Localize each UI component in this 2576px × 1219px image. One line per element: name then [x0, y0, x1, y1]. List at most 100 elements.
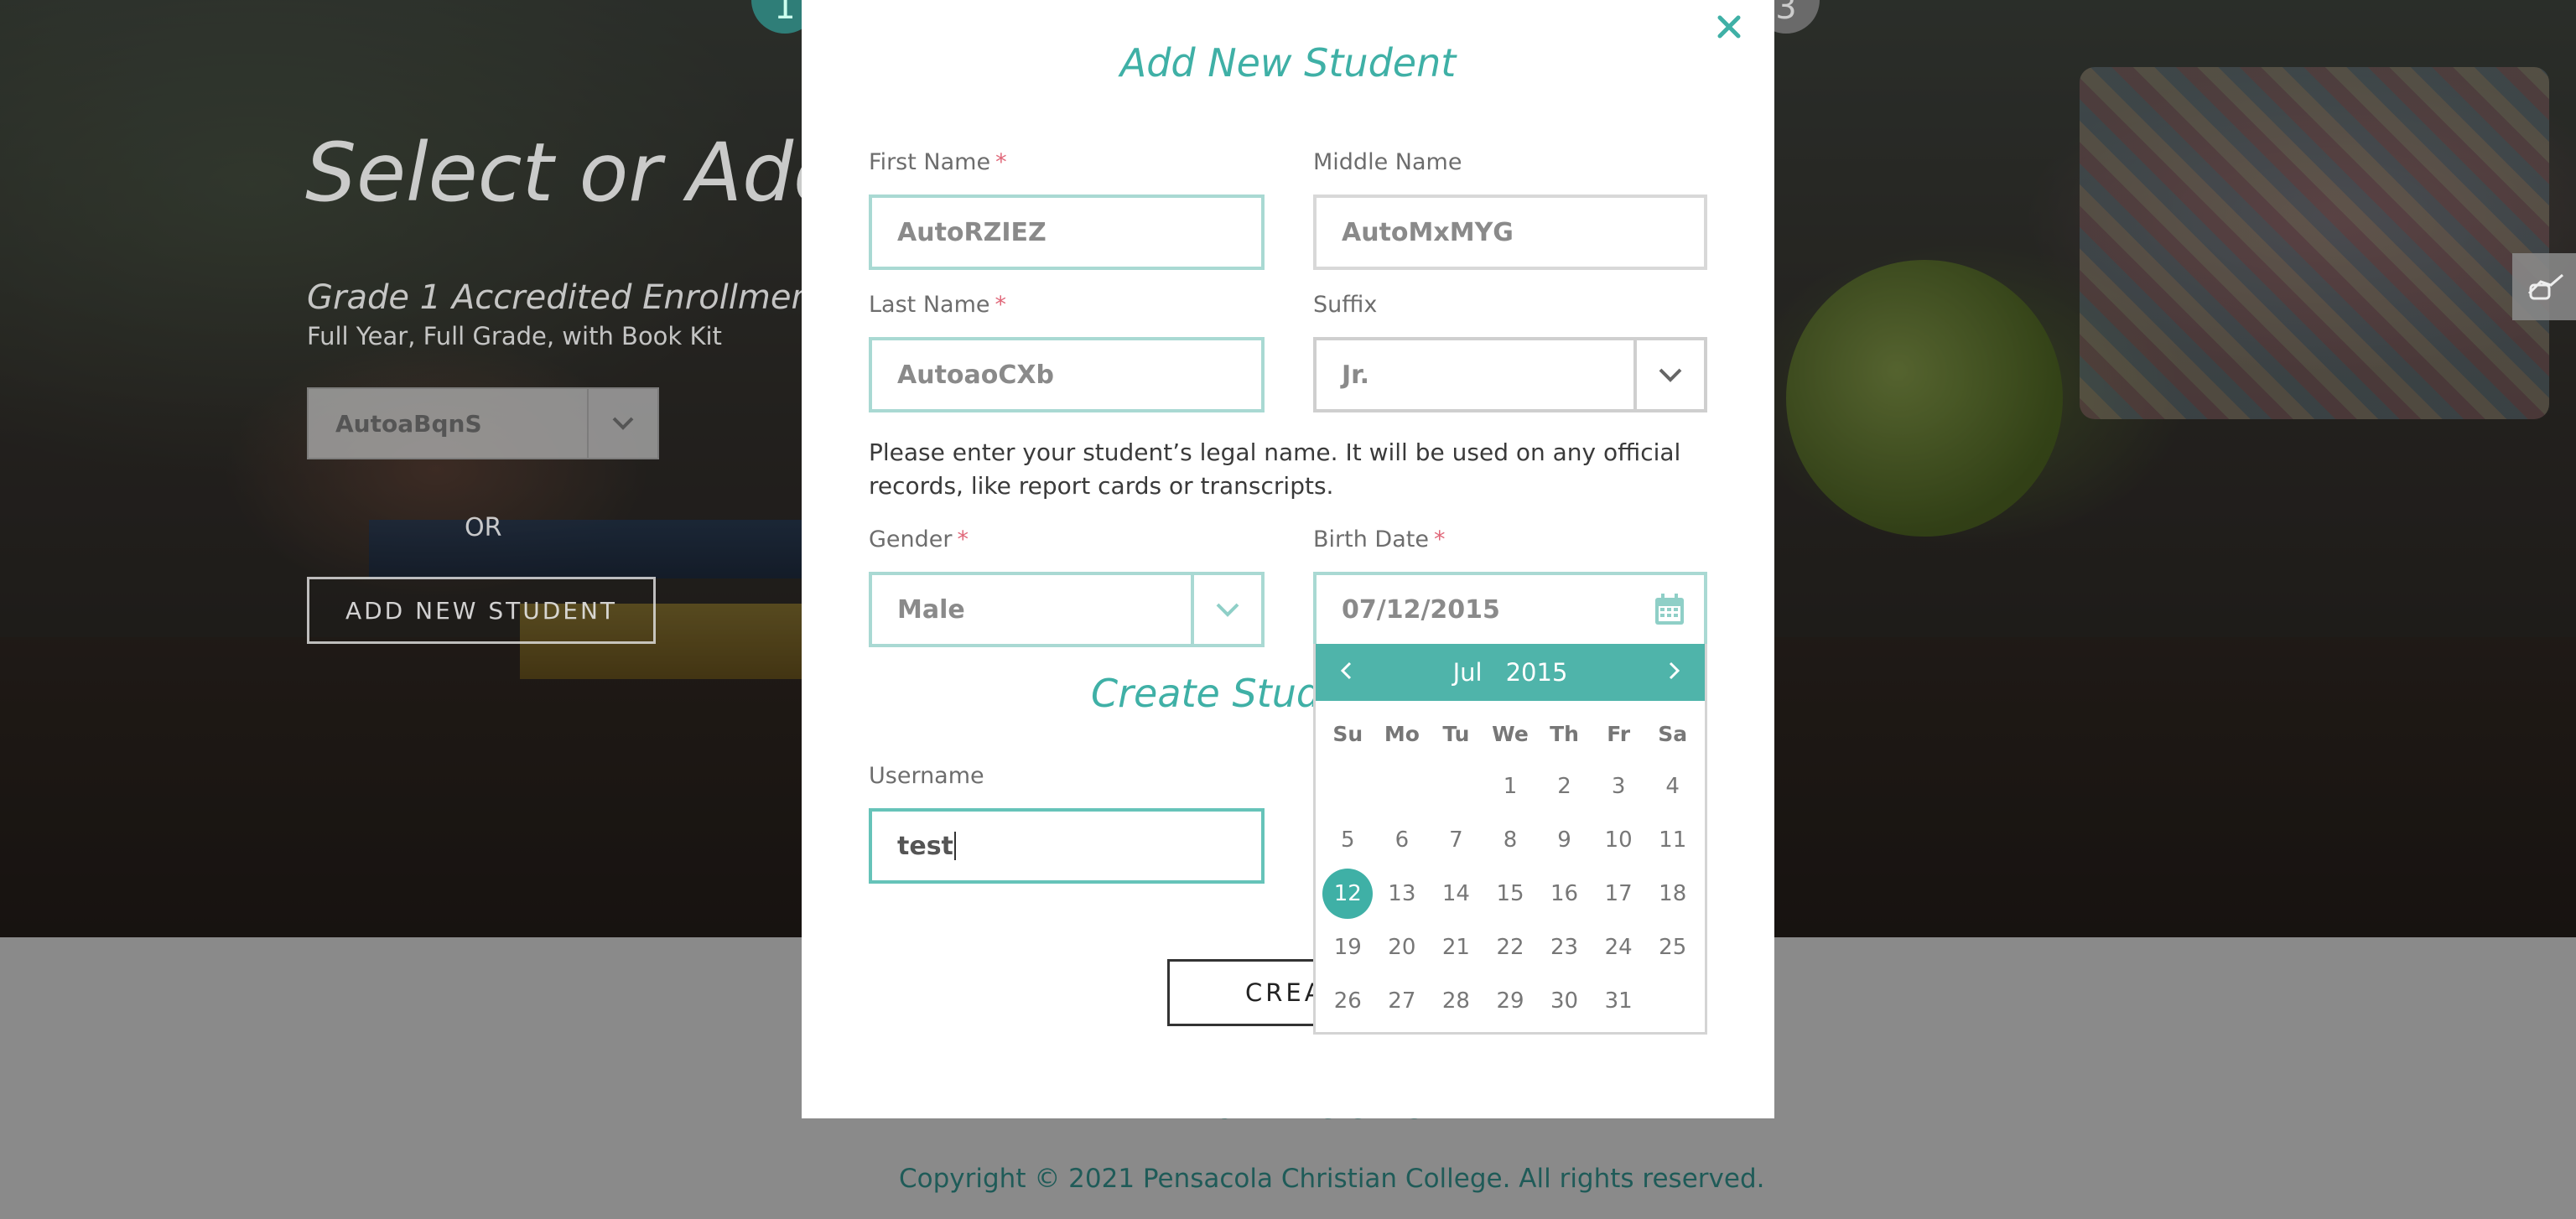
last-name-label-text: Last Name [869, 292, 990, 318]
calendar-day[interactable]: 26 [1321, 974, 1375, 1028]
calendar-day[interactable]: 10 [1592, 813, 1646, 867]
weekday-header: Sa [1658, 721, 1688, 746]
student-select[interactable]: AutoaBqnS [307, 387, 659, 459]
calendar-day-number: 22 [1496, 935, 1524, 960]
middle-name-input[interactable]: AutoMxMYG [1313, 195, 1707, 270]
first-name-label: First Name * [869, 149, 1007, 175]
previous-month-button[interactable] [1329, 656, 1363, 689]
calendar-day[interactable]: 2 [1537, 760, 1592, 813]
suffix-select[interactable]: Jr. [1313, 337, 1707, 412]
calendar-day-number: 25 [1659, 935, 1687, 960]
calendar-day-number: 6 [1394, 827, 1410, 853]
calendar-day[interactable]: 13 [1375, 867, 1430, 921]
suffix-value: Jr. [1342, 360, 1370, 390]
gender-label-text: Gender [869, 527, 953, 552]
first-name-input[interactable]: AutoRZIEZ [869, 195, 1265, 270]
weekday-header: Tu [1442, 721, 1470, 746]
calendar-day-number: 10 [1604, 827, 1633, 853]
calendar-day[interactable]: 22 [1483, 921, 1538, 974]
datepicker-year-select[interactable]: 2015 [1506, 658, 1568, 687]
username-label: Username [869, 763, 984, 789]
calendar-day[interactable]: 28 [1429, 974, 1483, 1028]
calendar-day[interactable]: 1 [1483, 760, 1538, 813]
calendar-day[interactable]: 25 [1645, 921, 1700, 974]
last-name-input[interactable]: AutoaoCXb [869, 337, 1265, 412]
datepicker-header: Jul 2015 [1316, 644, 1705, 701]
calendar-day[interactable]: 19 [1321, 921, 1375, 974]
calendar-day[interactable]: 30 [1537, 974, 1592, 1028]
calendar-day[interactable]: 29 [1483, 974, 1538, 1028]
calendar-day[interactable]: 11 [1645, 813, 1700, 867]
datepicker-month-year: Jul 2015 [1453, 658, 1568, 687]
course-subtitle: Full Year, Full Grade, with Book Kit [307, 322, 722, 350]
footer-copyright: Copyright © 2021 Pensacola Christian Col… [899, 1164, 1765, 1194]
add-new-student-button[interactable]: ADD NEW STUDENT [307, 577, 656, 644]
middle-name-label: Middle Name [1313, 149, 1462, 175]
calendar-day[interactable]: 18 [1645, 867, 1700, 921]
close-icon [1716, 14, 1742, 43]
calendar-day-number: 17 [1604, 881, 1633, 906]
required-marker: * [995, 149, 1007, 175]
required-marker: * [1433, 527, 1446, 552]
weekday-header: Th [1550, 721, 1579, 746]
calendar-day-number: 9 [1557, 827, 1571, 853]
calendar-day-number: 16 [1550, 881, 1579, 906]
chevron-down-icon [587, 389, 657, 458]
birth-date-datepicker: Jul 2015 Su Mo Tu We Th Fr Sa 1 2 3 4 5 6 7 8 9 10 11 12 13 1… [1313, 644, 1707, 1035]
calendar-day-number: 29 [1496, 988, 1524, 1014]
required-marker: * [957, 527, 969, 552]
calendar-day[interactable]: 24 [1592, 921, 1646, 974]
last-name-value: AutoaoCXb [897, 360, 1055, 390]
calendar-day[interactable]: 23 [1537, 921, 1592, 974]
middle-name-value: AutoMxMYG [1342, 217, 1514, 247]
calendar-day[interactable]: 17 [1592, 867, 1646, 921]
calendar-day[interactable]: 21 [1429, 921, 1483, 974]
first-name-label-text: First Name [869, 149, 991, 175]
calendar-day-number: 5 [1341, 827, 1355, 853]
calendar-day-number: 12 [1322, 869, 1374, 919]
chevron-down-icon [1633, 340, 1704, 409]
calendar-day[interactable]: 8 [1483, 813, 1538, 867]
weekday-header: We [1492, 721, 1529, 746]
calendar-day[interactable]: 5 [1321, 813, 1375, 867]
birth-date-value: 07/12/2015 [1342, 594, 1500, 625]
next-month-button[interactable] [1658, 656, 1691, 689]
calendar-day-number: 11 [1659, 827, 1687, 853]
accessibility-tab[interactable] [2512, 253, 2576, 320]
legal-name-help-text: Please enter your student’s legal name. … [869, 438, 1681, 500]
calendar-day[interactable]: 27 [1375, 974, 1430, 1028]
calendar-day[interactable]: 6 [1375, 813, 1430, 867]
username-value: test [897, 831, 953, 861]
calendar-day[interactable]: 31 [1592, 974, 1646, 1028]
calendar-empty-cell [1321, 760, 1375, 813]
weekday-header: Fr [1607, 721, 1631, 746]
calendar-day-number: 24 [1604, 935, 1633, 960]
calendar-day[interactable]: 7 [1429, 813, 1483, 867]
username-input[interactable]: test [869, 808, 1265, 884]
calendar-icon[interactable] [1654, 593, 1685, 626]
calendar-day[interactable]: 4 [1645, 760, 1700, 813]
datepicker-month-select[interactable]: Jul [1453, 658, 1483, 687]
calendar-day-number: 23 [1550, 935, 1579, 960]
calendar-day[interactable]: 20 [1375, 921, 1430, 974]
calendar-day-number: 20 [1388, 935, 1416, 960]
calendar-day[interactable]: 9 [1537, 813, 1592, 867]
calendar-day[interactable]: 15 [1483, 867, 1538, 921]
calendar-day[interactable]: 14 [1429, 867, 1483, 921]
weekday-header: Mo [1384, 721, 1420, 746]
calendar-day[interactable]: 3 [1592, 760, 1646, 813]
calendar-day-number: 19 [1333, 935, 1362, 960]
chevron-down-icon [1191, 575, 1261, 644]
datepicker-calendar-grid: Su Mo Tu We Th Fr Sa 1 2 3 4 5 6 7 8 9 10 11 12 13 14 15 16 17 1… [1316, 701, 1705, 1028]
calendar-empty-cell [1375, 760, 1430, 813]
birth-date-input[interactable]: 07/12/2015 [1313, 572, 1707, 647]
gender-select[interactable]: Male [869, 572, 1265, 647]
calendar-day[interactable]: 16 [1537, 867, 1592, 921]
last-name-label: Last Name * [869, 292, 1006, 318]
calendar-day-number: 31 [1604, 988, 1633, 1014]
calendar-day-number: 1 [1503, 774, 1518, 799]
calendar-day-number: 21 [1441, 935, 1470, 960]
calendar-day-selected[interactable]: 12 [1321, 867, 1375, 921]
gender-value: Male [897, 594, 965, 625]
calendar-day-number: 28 [1441, 988, 1470, 1014]
